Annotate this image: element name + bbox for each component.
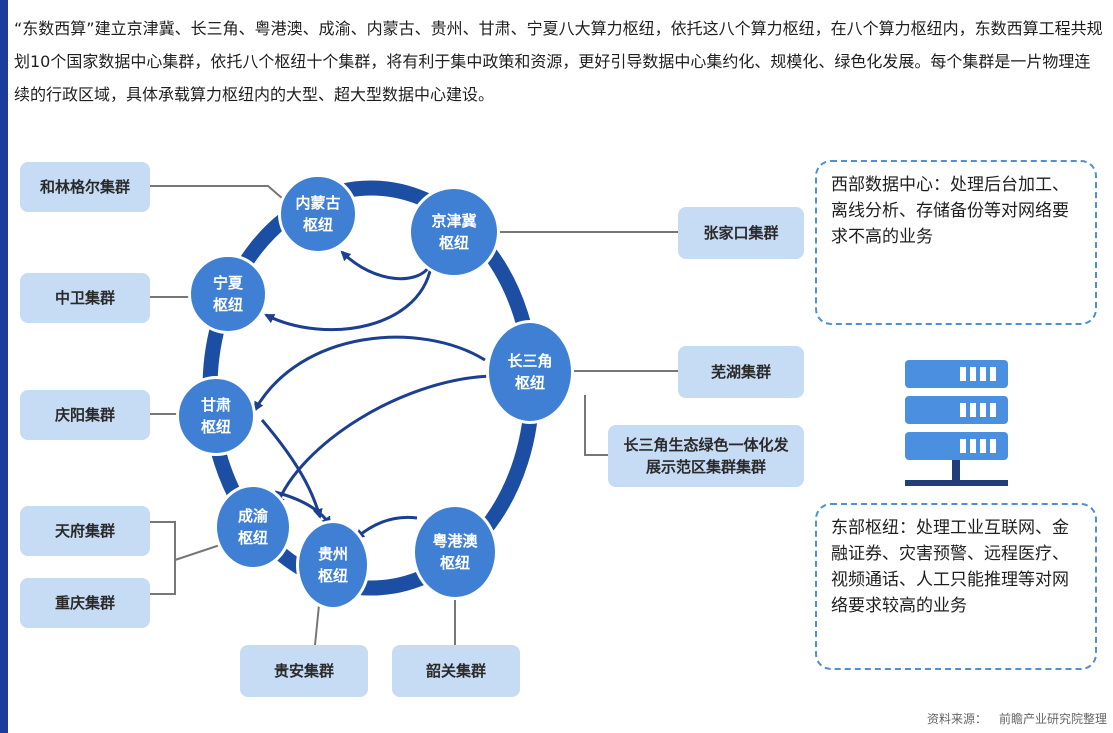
hub-jingjinji: 京津冀 枢纽: [408, 186, 500, 278]
hub-neimenggu: 内蒙古 枢纽: [278, 174, 358, 254]
arrow-yuegangao-to-guizhou: [354, 515, 418, 540]
server-icon: [905, 360, 1008, 486]
west-datacenter-text: 西部数据中心：处理后台加工、离线分析、存储备份等对网络要求不高的业务: [831, 175, 1069, 247]
cluster-qingyang: 庆阳集群: [20, 390, 150, 440]
cluster-chongqing: 重庆集群: [20, 578, 150, 628]
connector-chengyu: [150, 521, 176, 595]
hub-changsanjiao: 长三角 枢纽: [486, 320, 574, 424]
east-hub-card: 东部枢纽：处理工业互联网、金融证券、灾害预警、远程医疗、视频通话、人工只能推理等…: [815, 503, 1097, 670]
source-note: 资料来源： 前瞻产业研究院整理: [915, 710, 1107, 727]
hub-yuegangao: 粤港澳 枢纽: [412, 504, 498, 600]
east-hub-text: 东部枢纽：处理工业互联网、金融证券、灾害预警、远程医疗、视频通话、人工只能推理等…: [831, 518, 1069, 616]
hub-chengyu: 成渝 枢纽: [214, 484, 292, 570]
connector-chengyu-branch: [174, 544, 221, 561]
cluster-helingeer: 和林格尔集群: [20, 162, 150, 212]
cluster-zhangjiakou: 张家口集群: [678, 207, 804, 259]
west-datacenter-card: 西部数据中心：处理后台加工、离线分析、存储备份等对网络要求不高的业务: [815, 160, 1097, 325]
flow-arrows: [253, 250, 491, 540]
arrow-jingjinji-to-ningxia: [264, 259, 434, 332]
cluster-zhongwei: 中卫集群: [20, 273, 150, 323]
hub-guizhou: 贵州 枢纽: [296, 520, 370, 610]
cluster-changsanjiao-demo: 长三角生态绿色一体化发展示范区集群集群: [608, 425, 804, 487]
cluster-tianfu: 天府集群: [20, 506, 150, 556]
source-value: 前瞻产业研究院整理: [998, 712, 1107, 726]
hub-ningxia: 宁夏 枢纽: [188, 254, 268, 334]
cluster-shaoguan: 韶关集群: [392, 645, 520, 697]
connector-helingeer: [148, 185, 291, 206]
cluster-guian: 贵安集群: [240, 645, 368, 697]
source-label: 资料来源：: [926, 712, 987, 726]
arrow-changsanjiao-to-gansu: [253, 335, 486, 412]
connector-changsanjiao-demo: [584, 395, 608, 456]
hub-gansu: 甘肃 枢纽: [176, 376, 256, 456]
cluster-wuhu: 芜湖集群: [678, 346, 804, 398]
